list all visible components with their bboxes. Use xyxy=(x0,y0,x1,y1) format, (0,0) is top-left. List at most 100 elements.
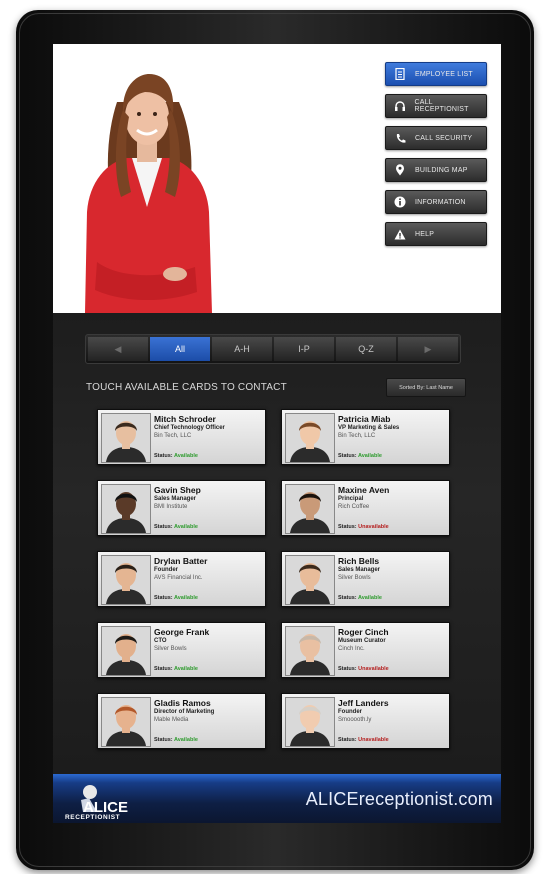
menu-button-employee-list[interactable]: EMPLOYEE LIST xyxy=(385,62,487,86)
contact-status: Status: Unavailable xyxy=(338,666,389,672)
contact-card[interactable]: George Frank CTO Silver Bowls Status: Avail… xyxy=(97,622,266,678)
menu-button-building-map[interactable]: BUILDING MAP xyxy=(385,158,487,182)
menu-button-label: BUILDING MAP xyxy=(415,166,468,174)
status-value: Available xyxy=(173,453,198,459)
contact-company: BMI Institute xyxy=(154,504,188,510)
contact-company: Silver Bowls xyxy=(338,575,371,581)
contact-company: Rich Coffee xyxy=(338,504,370,510)
tab-q-z[interactable]: Q-Z xyxy=(336,337,396,361)
status-prefix: Status: xyxy=(154,595,173,601)
tab-next-arrow[interactable]: ▶ xyxy=(398,337,458,361)
contact-company: Mable Media xyxy=(154,717,189,723)
contact-photo xyxy=(285,555,335,605)
contact-name: Rich Bells xyxy=(338,556,380,566)
contact-title: Chief Technology Officer xyxy=(154,425,225,431)
contact-card[interactable]: Gavin Shep Sales Manager BMI Institute Stat… xyxy=(97,480,266,536)
contact-status: Status: Available xyxy=(154,453,198,459)
contact-status: Status: Available xyxy=(154,524,198,530)
menu-button-information[interactable]: INFORMATION xyxy=(385,190,487,214)
info-icon xyxy=(393,195,407,209)
main-menu: EMPLOYEE LIST CALL RECEPTIONIST CALL SECUR… xyxy=(385,62,487,254)
contact-name: Drylan Batter xyxy=(154,556,208,566)
contact-card[interactable]: Rich Bells Sales Manager Silver Bowls Statu… xyxy=(281,551,450,607)
contact-photo xyxy=(101,555,151,605)
contact-card[interactable]: Gladis Ramos Director of Marketing Mable M… xyxy=(97,693,266,749)
contact-status: Status: Unavailable xyxy=(338,524,389,530)
contact-title: CTO xyxy=(154,638,167,644)
contact-name: Mitch Schroder xyxy=(154,414,216,424)
contact-card[interactable]: Drylan Batter Founder AVS Financial Inc. St… xyxy=(97,551,266,607)
status-value: Unavailable xyxy=(358,666,389,672)
contact-status: Status: Unavailable xyxy=(338,737,389,743)
contact-company: Bin Tech, LLC xyxy=(154,433,192,439)
contact-status: Status: Available xyxy=(154,666,198,672)
contact-title: Principal xyxy=(338,496,364,502)
headset-icon xyxy=(393,99,406,113)
status-value: Available xyxy=(173,737,198,743)
tab-all[interactable]: All xyxy=(150,337,210,361)
svg-text:RECEPTIONIST: RECEPTIONIST xyxy=(65,814,120,820)
contact-photo xyxy=(285,697,335,747)
alice-logo: ALICE RECEPTIONIST xyxy=(65,785,128,820)
contact-card[interactable]: Maxine Aven Principal Rich Coffee Status: U… xyxy=(281,480,450,536)
contact-card[interactable]: Patricia Miab VP Marketing & Sales Bin Tec… xyxy=(281,409,450,465)
status-value: Unavailable xyxy=(358,524,389,530)
contact-photo xyxy=(101,413,151,463)
alphabet-filter-tabs: ◀ All A-H I-P Q-Z ▶ xyxy=(85,334,461,364)
menu-button-label: INFORMATION xyxy=(415,198,466,206)
contact-photo xyxy=(285,413,335,463)
menu-button-label: CALL SECURITY xyxy=(415,134,473,142)
receptionist-avatar xyxy=(85,74,212,313)
status-prefix: Status: xyxy=(338,595,357,601)
menu-button-label: EMPLOYEE LIST xyxy=(415,70,473,78)
status-value: Available xyxy=(173,666,198,672)
contact-card[interactable]: Mitch Schroder Chief Technology Officer Bi… xyxy=(97,409,266,465)
menu-button-label: CALL RECEPTIONIST xyxy=(414,99,469,113)
status-value: Unavailable xyxy=(358,737,389,743)
website-url[interactable]: ALICEreceptionist.com xyxy=(306,789,493,810)
contact-name: Roger Cinch xyxy=(338,627,389,637)
tab-prev-arrow[interactable]: ◀ xyxy=(88,337,148,361)
contact-title: VP Marketing & Sales xyxy=(338,425,400,431)
contact-title: Museum Curator xyxy=(338,638,386,644)
contact-photo xyxy=(101,484,151,534)
contact-card[interactable]: Jeff Landers Founder Smooooth.ly Status: Un… xyxy=(281,693,450,749)
menu-button-call-receptionist[interactable]: CALL RECEPTIONIST xyxy=(385,94,487,118)
contact-status: Status: Available xyxy=(154,737,198,743)
menu-button-label: HELP xyxy=(415,230,435,238)
tab-a-h[interactable]: A-H xyxy=(212,337,272,361)
contact-photo xyxy=(101,697,151,747)
tab-i-p[interactable]: I-P xyxy=(274,337,334,361)
document-icon xyxy=(393,67,407,81)
contact-company: Cinch Inc. xyxy=(338,646,365,652)
contact-title: Sales Manager xyxy=(338,567,381,573)
contact-photo xyxy=(101,626,151,676)
contact-title: Director of Marketing xyxy=(154,709,215,715)
phone-icon xyxy=(393,131,407,145)
contact-title: Founder xyxy=(154,567,178,573)
menu-button-call-security[interactable]: CALL SECURITY xyxy=(385,126,487,150)
contact-name: Jeff Landers xyxy=(338,698,389,708)
status-prefix: Status: xyxy=(154,666,173,672)
hero-section: EMPLOYEE LIST CALL RECEPTIONIST CALL SECUR… xyxy=(53,44,501,313)
sort-button[interactable]: Sorted By: Last Name xyxy=(386,378,466,397)
contact-status: Status: Available xyxy=(154,595,198,601)
contact-photo xyxy=(285,484,335,534)
menu-button-help[interactable]: HELP xyxy=(385,222,487,246)
status-value: Available xyxy=(357,595,382,601)
status-value: Available xyxy=(173,524,198,530)
status-prefix: Status: xyxy=(338,453,357,459)
contact-name: Patricia Miab xyxy=(338,414,391,424)
status-prefix: Status: xyxy=(154,524,173,530)
status-prefix: Status: xyxy=(154,737,173,743)
status-prefix: Status: xyxy=(338,666,357,672)
contact-card[interactable]: Roger Cinch Museum Curator Cinch Inc. Statu… xyxy=(281,622,450,678)
contact-company: Bin Tech, LLC xyxy=(338,433,376,439)
footer-bar: ALICE RECEPTIONIST ALICEreceptionist.com xyxy=(53,774,501,823)
contact-name: Maxine Aven xyxy=(338,485,390,495)
directory-panel: ◀ All A-H I-P Q-Z ▶ TOUCH AVAILABLE CARD… xyxy=(53,313,501,774)
contact-name: Gavin Shep xyxy=(154,485,201,495)
map-pin-icon xyxy=(393,163,407,177)
contact-name: Gladis Ramos xyxy=(154,698,211,708)
warning-icon xyxy=(393,227,407,241)
